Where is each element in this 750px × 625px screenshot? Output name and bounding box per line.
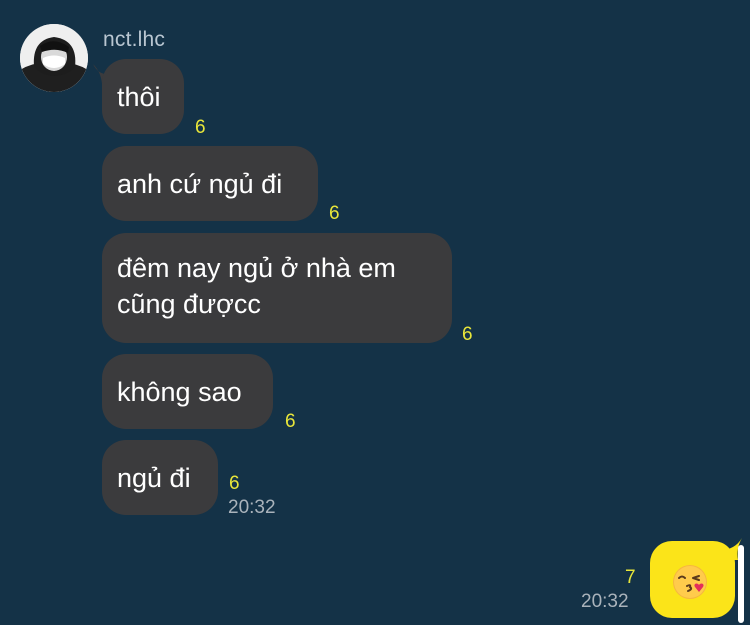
unread-count: 6 <box>462 324 473 345</box>
kiss-face-emoji-icon <box>673 565 707 599</box>
message-bubble[interactable]: ngủ đi <box>102 440 218 515</box>
message-bubble[interactable]: đêm nay ngủ ở nhà em cũng đượcc <box>102 233 452 343</box>
avatar-photo <box>20 24 88 92</box>
unread-count: 6 <box>329 203 340 224</box>
message-text-line: đêm nay ngủ ở nhà em <box>117 253 396 283</box>
unread-count: 6 <box>195 117 206 138</box>
message-bubble[interactable]: anh cứ ngủ đi <box>102 146 318 221</box>
scrollbar[interactable] <box>738 545 744 623</box>
message-timestamp: 20:32 <box>228 497 276 518</box>
message-text: ngủ đi <box>117 462 191 493</box>
message-bubble[interactable]: thôi <box>102 59 184 134</box>
message-text: anh cứ ngủ đi <box>117 168 283 199</box>
avatar[interactable] <box>20 24 88 92</box>
unread-count: 7 <box>625 567 636 588</box>
unread-count: 6 <box>285 411 296 432</box>
message-bubble[interactable]: không sao <box>102 354 273 429</box>
message-text: thôi <box>117 81 161 112</box>
message-text: không sao <box>117 376 242 407</box>
message-text-line: cũng đượcc <box>117 289 261 319</box>
sender-name: nct.lhc <box>103 28 166 51</box>
unread-count: 6 <box>229 473 240 494</box>
message-timestamp: 20:32 <box>581 591 629 612</box>
